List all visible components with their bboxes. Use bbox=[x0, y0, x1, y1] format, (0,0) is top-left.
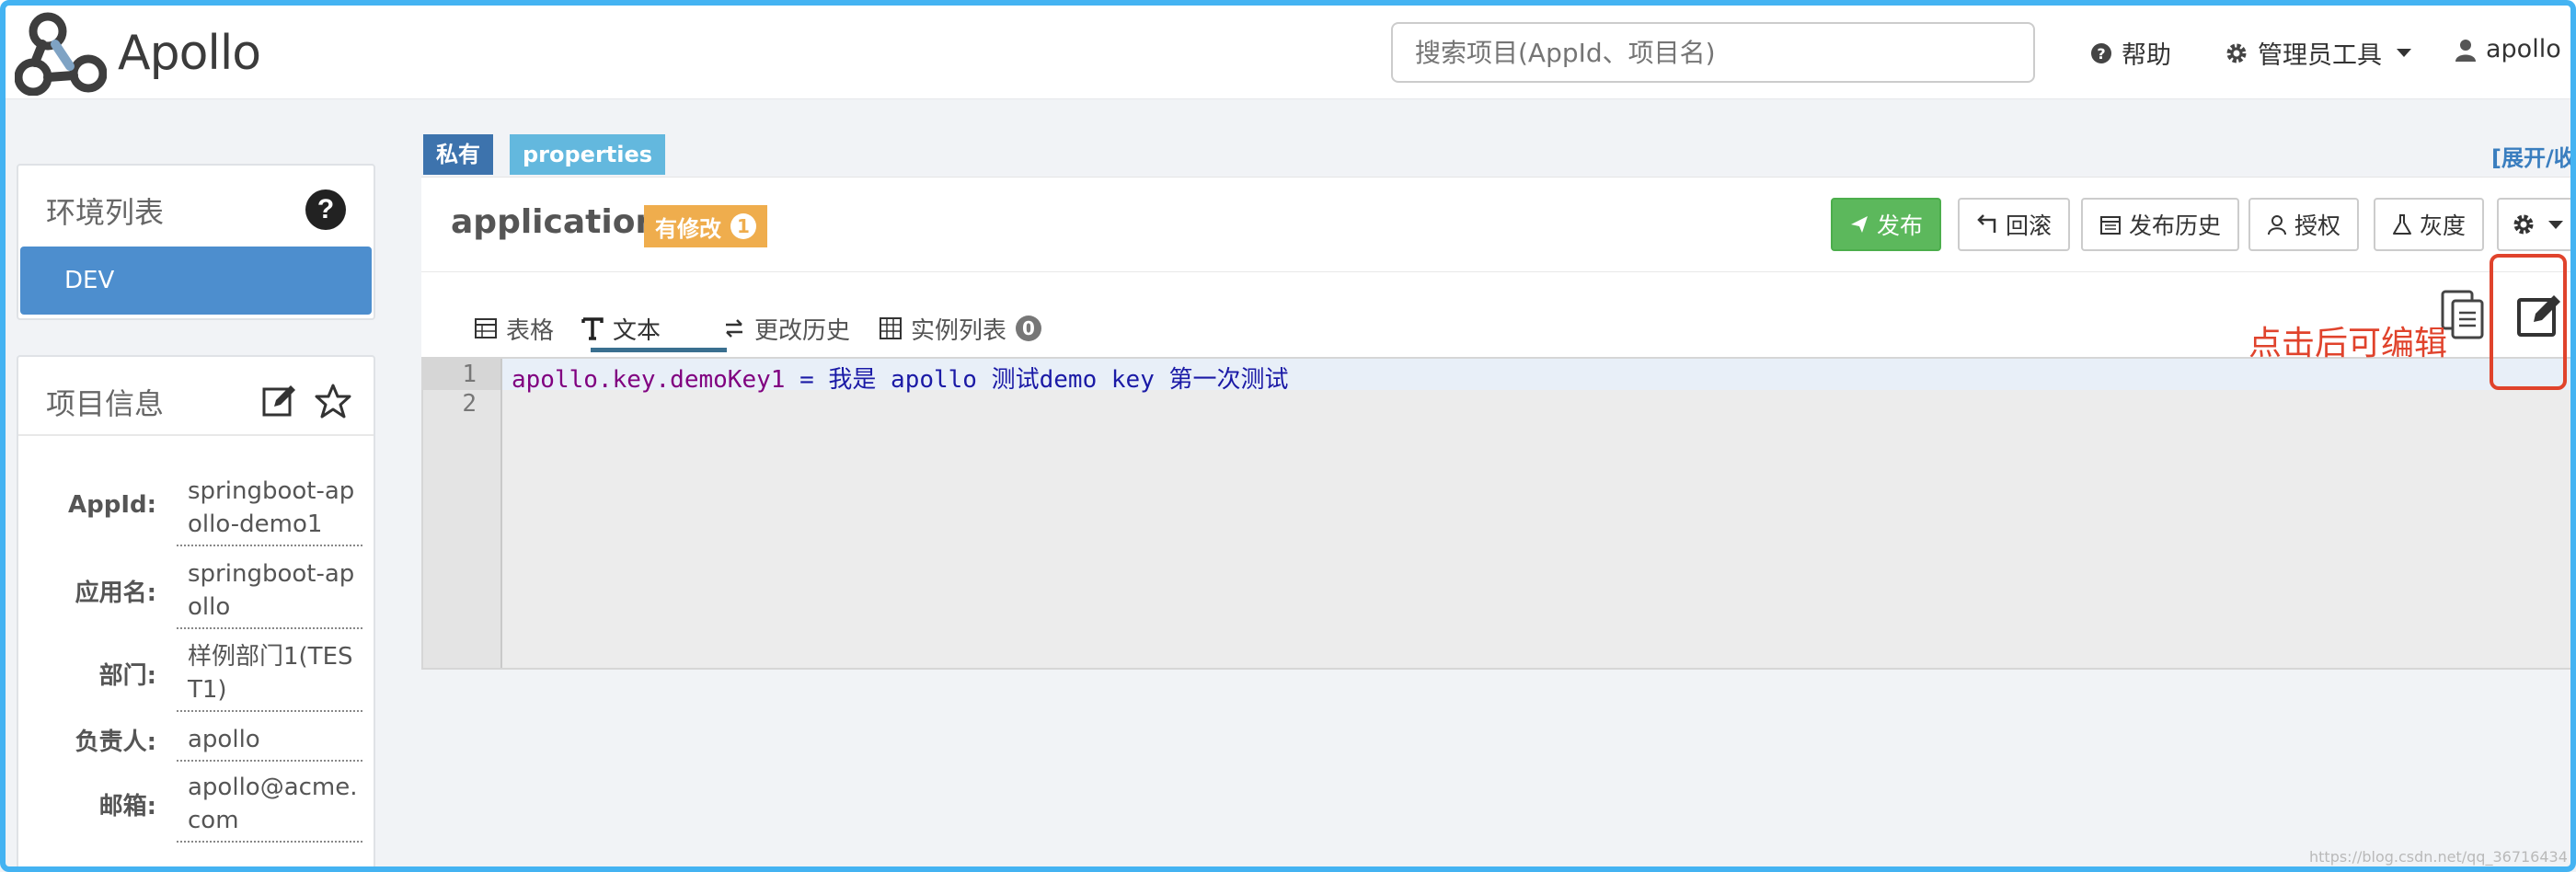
question-circle-icon[interactable]: ? bbox=[305, 189, 346, 230]
expand-collapse-link[interactable]: [展开/收 bbox=[2491, 140, 2576, 172]
instances-icon bbox=[880, 317, 902, 339]
gear-icon bbox=[2226, 43, 2247, 63]
publish-label: 发布 bbox=[1877, 212, 1924, 239]
flask-icon bbox=[2393, 214, 2411, 235]
scope-tag: 私有 bbox=[423, 134, 493, 175]
modified-count: 1 bbox=[730, 213, 756, 239]
property-value: 我是 apollo 测试demo key 第一次测试 bbox=[828, 366, 1289, 394]
edit-annotation-box bbox=[2490, 254, 2567, 390]
tab-text[interactable]: 文本 bbox=[581, 308, 661, 349]
user-name: apollo bbox=[2486, 35, 2561, 63]
text-editor[interactable]: 1 2 apollo.key.demoKey1 = 我是 apollo 测试de… bbox=[421, 357, 2576, 670]
owner-label: 负责人: bbox=[75, 729, 156, 756]
gray-release-label: 灰度 bbox=[2420, 212, 2467, 239]
gear-icon bbox=[2513, 214, 2534, 235]
user-outline-icon bbox=[2268, 215, 2286, 235]
search-input[interactable] bbox=[1391, 22, 2035, 83]
tab-table[interactable]: 表格 bbox=[475, 308, 554, 349]
property-key: apollo.key.demoKey1 bbox=[512, 366, 786, 394]
svg-text:?: ? bbox=[2097, 45, 2105, 63]
text-icon bbox=[581, 317, 604, 340]
table-icon bbox=[475, 318, 497, 338]
code-line[interactable]: apollo.key.demoKey1 = 我是 apollo 测试demo k… bbox=[512, 361, 1289, 395]
user-menu[interactable]: apollo bbox=[2455, 35, 2561, 63]
edit-icon[interactable] bbox=[261, 383, 298, 419]
tab-instances-label: 实例列表 bbox=[911, 316, 1007, 345]
format-tag: properties bbox=[510, 134, 666, 175]
chevron-down-icon bbox=[2548, 220, 2563, 229]
gray-release-button[interactable]: 灰度 bbox=[2374, 198, 2485, 251]
apollo-logo-icon[interactable] bbox=[15, 11, 107, 96]
email-value: apollo@acme.com bbox=[177, 771, 362, 843]
settings-dropdown-button[interactable] bbox=[2497, 198, 2576, 251]
send-icon bbox=[1851, 216, 1868, 233]
department-label: 部门: bbox=[98, 662, 156, 690]
watermark: https://blog.csdn.net/qq_36716434 bbox=[2309, 848, 2568, 866]
appname-value: springboot-apollo bbox=[177, 557, 362, 629]
header-divider bbox=[421, 271, 2576, 272]
release-history-button[interactable]: 发布历史 bbox=[2081, 198, 2240, 251]
authorize-label: 授权 bbox=[2294, 212, 2341, 239]
env-item-dev[interactable]: DEV bbox=[20, 247, 372, 315]
instances-count-badge: 0 bbox=[1016, 316, 1042, 341]
release-history-label: 发布历史 bbox=[2129, 212, 2222, 239]
tab-change-history[interactable]: 更改历史 bbox=[723, 308, 850, 349]
tab-table-label: 表格 bbox=[506, 316, 555, 345]
edit-annotation-text: 点击后可编辑 bbox=[2248, 325, 2448, 362]
project-info-panel: 项目信息 AppId: springboot-apollo-demo1 应用名:… bbox=[17, 355, 375, 872]
tab-change-history-label: 更改历史 bbox=[754, 316, 851, 345]
admin-tools-dropdown[interactable]: 管理员工具 bbox=[2225, 35, 2411, 71]
app-name[interactable]: Apollo bbox=[118, 26, 261, 81]
rollback-label: 回滚 bbox=[2006, 212, 2053, 239]
assignment-operator: = bbox=[799, 366, 814, 394]
namespace-name: application bbox=[451, 203, 660, 241]
appid-label: AppId: bbox=[67, 491, 156, 519]
owner-value: apollo bbox=[177, 723, 362, 762]
project-info-title: 项目信息 bbox=[46, 386, 165, 421]
modified-label: 有修改 bbox=[655, 215, 721, 242]
environment-panel: 环境列表 ? DEV bbox=[17, 164, 375, 320]
department-value: 样例部门1(TEST1) bbox=[177, 640, 362, 712]
authorize-button[interactable]: 授权 bbox=[2248, 198, 2360, 251]
user-icon bbox=[2455, 39, 2476, 62]
modified-badge: 有修改 1 bbox=[644, 205, 767, 247]
rollback-icon bbox=[1977, 214, 1996, 233]
panel-divider bbox=[18, 434, 374, 436]
environment-panel-title: 环境列表 bbox=[46, 195, 165, 230]
line-number: 1 bbox=[462, 361, 477, 388]
top-navbar: Apollo ? 帮助 管理员工具 apollo bbox=[0, 0, 2576, 99]
admin-tools-label: 管理员工具 bbox=[2258, 41, 2382, 70]
tab-instances[interactable]: 实例列表 0 bbox=[880, 308, 1042, 349]
tab-text-label: 文本 bbox=[613, 316, 661, 345]
appid-value: springboot-apollo-demo1 bbox=[177, 475, 362, 546]
help-link[interactable]: ? 帮助 bbox=[2090, 35, 2171, 71]
rollback-button[interactable]: 回滚 bbox=[1958, 198, 2071, 251]
calendar-icon bbox=[2100, 216, 2121, 235]
star-icon[interactable] bbox=[315, 383, 351, 419]
active-tab-indicator bbox=[591, 348, 727, 352]
help-label: 帮助 bbox=[2122, 41, 2171, 70]
question-circle-icon: ? bbox=[2091, 42, 2111, 63]
appname-label: 应用名: bbox=[75, 579, 156, 607]
email-label: 邮箱: bbox=[98, 793, 156, 820]
exchange-icon bbox=[726, 319, 742, 338]
chevron-down-icon bbox=[2397, 49, 2411, 57]
line-number-gutter: 1 2 bbox=[423, 359, 502, 668]
publish-button[interactable]: 发布 bbox=[1831, 198, 1942, 251]
line-number: 2 bbox=[462, 390, 477, 418]
